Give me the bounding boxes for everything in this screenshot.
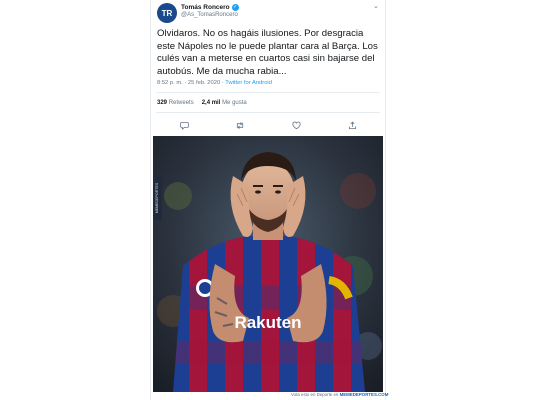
author-handle[interactable]: @As_TomasRoncero: [181, 12, 238, 18]
heart-icon: [291, 121, 301, 129]
likes-count: 2,4 mil: [201, 100, 221, 106]
tweet-stats: 329 Retweets 2,4 mil Me gusta: [157, 100, 247, 106]
side-watermark: MEMEDEPORTES: [155, 182, 159, 213]
tweet-photo[interactable]: Rakuten MEMEDEPORTES: [153, 136, 383, 392]
divider: [156, 112, 380, 113]
tweet-text: Olvidaros. No os hagáis ilusiones. Por d…: [157, 28, 378, 77]
tweet-card: TR Tomás Roncero ✓ @As_TomasRoncero ⌄ Olv…: [150, 0, 388, 400]
verified-badge-icon: ✓: [231, 4, 239, 11]
tweet-actions: [151, 118, 385, 132]
photo-caption: Vota esto en Deporte en MEMEDEPORTES.COM: [291, 392, 388, 397]
retweets-stat[interactable]: 329 Retweets: [157, 100, 194, 106]
reply-icon: [179, 121, 189, 130]
caption-prefix: Vota esto en Deporte en: [291, 392, 340, 397]
share-button[interactable]: [345, 118, 359, 132]
reply-button[interactable]: [177, 118, 191, 132]
retweets-count: 329: [157, 100, 168, 106]
retweet-icon: [236, 121, 244, 129]
share-icon: [348, 121, 356, 129]
retweets-label: Retweets: [168, 100, 194, 106]
author-name-row[interactable]: Tomás Roncero ✓: [181, 4, 239, 11]
author-avatar[interactable]: TR: [157, 3, 177, 23]
like-button[interactable]: [289, 118, 303, 132]
author-name[interactable]: Tomás Roncero: [181, 4, 230, 11]
likes-stat[interactable]: 2,4 mil Me gusta: [202, 100, 247, 106]
jersey-sponsor-text: Rakuten: [234, 313, 301, 332]
tweet-source[interactable]: Twitter for Android: [225, 80, 272, 86]
chevron-down-icon[interactable]: ⌄: [373, 2, 379, 10]
divider: [156, 92, 380, 93]
likes-label: Me gusta: [222, 100, 247, 106]
retweet-button[interactable]: [233, 118, 247, 132]
tweet-meta: 8:52 p. m. · 25 feb. 2020 · Twitter for …: [157, 80, 272, 86]
avatar-initials: TR: [161, 8, 173, 18]
caption-site-link[interactable]: MEMEDEPORTES.COM: [340, 392, 389, 397]
player-photo: Rakuten MEMEDEPORTES: [153, 136, 383, 392]
tweet-timestamp[interactable]: 8:52 p. m. · 25 feb. 2020 ·: [157, 80, 225, 86]
